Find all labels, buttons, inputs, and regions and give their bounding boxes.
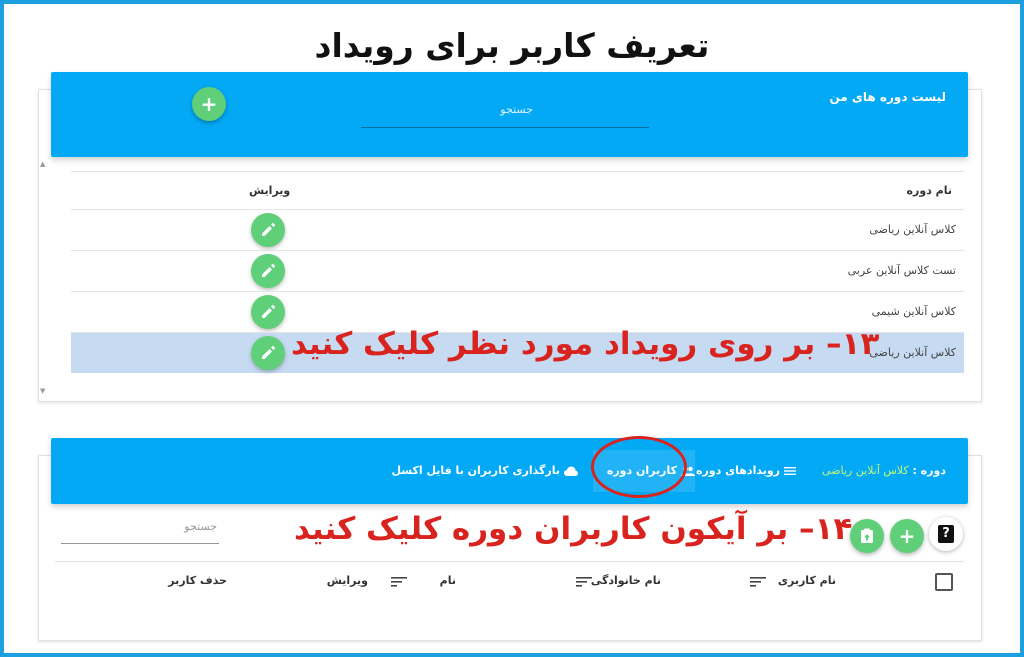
- tab-upload-users-excel-label: بارگذاری کاربران با فایل اکسل: [391, 464, 560, 477]
- edit-button[interactable]: [251, 213, 285, 247]
- course-name-cell: تست کلاس آنلاین عربی: [847, 264, 956, 277]
- pencil-icon: [262, 304, 276, 318]
- table-row[interactable]: کلاس آنلاین ریاضی: [71, 209, 964, 250]
- users-table-header: نام کاربری نام خانوادگی نام ویرایش حذف ک…: [55, 561, 964, 601]
- sort-icon[interactable]: [391, 576, 407, 588]
- courses-panel-title: لیست دوره های من: [829, 90, 946, 104]
- page-title: تعریف کاربر برای رویداد: [314, 26, 710, 65]
- column-edit: ویرایش: [326, 574, 368, 587]
- select-all-checkbox[interactable]: [935, 573, 953, 591]
- course-name: کلاس آنلاین ریاضی: [822, 464, 909, 477]
- course-label-text: دوره :: [912, 464, 946, 477]
- column-edit: ویرایش: [249, 184, 291, 197]
- search-placeholder: جستجو: [184, 520, 217, 533]
- sort-icon[interactable]: [750, 576, 766, 588]
- tab-upload-users-excel[interactable]: بارگذاری کاربران با فایل اکسل: [391, 464, 578, 477]
- column-course-name: نام دوره: [906, 184, 952, 197]
- sort-icon[interactable]: [576, 576, 592, 588]
- list-icon: [784, 467, 796, 475]
- column-username[interactable]: نام کاربری: [778, 574, 836, 587]
- question-icon: ?: [938, 525, 954, 543]
- add-course-button[interactable]: +: [192, 87, 226, 121]
- step-13-annotation: ۱۳– بر روی رویداد مورد نظر کلیک کنید: [291, 326, 880, 362]
- course-name-cell: کلاس آنلاین شیمی: [871, 305, 956, 318]
- course-name-cell: کلاس آنلاین ریاضی: [869, 223, 956, 236]
- edit-button[interactable]: [251, 254, 285, 288]
- scroll-down-arrow-icon[interactable]: ▼: [40, 387, 45, 395]
- highlight-circle-annotation: [591, 436, 687, 498]
- courses-search-input[interactable]: جستجو: [361, 96, 649, 128]
- edit-button[interactable]: [251, 336, 285, 370]
- tab-course-events-label: رویدادهای دوره: [695, 464, 780, 477]
- course-label: دوره : کلاس آنلاین ریاضی: [822, 464, 946, 477]
- help-button[interactable]: ?: [929, 517, 963, 551]
- course-detail-header-bar: دوره : کلاس آنلاین ریاضی رویدادهای دوره …: [51, 438, 968, 504]
- cloud-icon: [564, 466, 578, 476]
- plus-icon: +: [898, 524, 916, 548]
- table-row[interactable]: تست کلاس آنلاین عربی: [71, 250, 964, 291]
- scroll-up-arrow-icon[interactable]: ▲: [40, 160, 45, 168]
- add-user-button[interactable]: +: [890, 519, 924, 553]
- pencil-icon: [262, 263, 276, 277]
- plus-icon: +: [200, 92, 218, 116]
- search-placeholder: جستجو: [500, 103, 533, 116]
- step-14-annotation: ۱۴– بر آیکون کاربران دوره کلیک کنید: [294, 511, 853, 547]
- column-lastname[interactable]: نام خانوادگی: [591, 574, 661, 587]
- import-users-button[interactable]: [850, 519, 884, 553]
- pencil-icon: [262, 222, 276, 236]
- pencil-icon: [262, 345, 276, 359]
- courses-header-bar: لیست دوره های من جستجو +: [51, 72, 968, 157]
- users-search-input[interactable]: جستجو: [61, 512, 219, 544]
- clipboard-upload-icon: [861, 528, 873, 543]
- tab-course-events[interactable]: رویدادهای دوره: [696, 464, 796, 477]
- column-firstname[interactable]: نام: [440, 574, 456, 587]
- column-delete-user: حذف کاربر: [168, 574, 227, 587]
- course-name-cell: کلاس آنلاین ریاضی: [869, 346, 956, 359]
- edit-button[interactable]: [251, 295, 285, 329]
- table-header-row: نام دوره ویرایش: [71, 171, 964, 209]
